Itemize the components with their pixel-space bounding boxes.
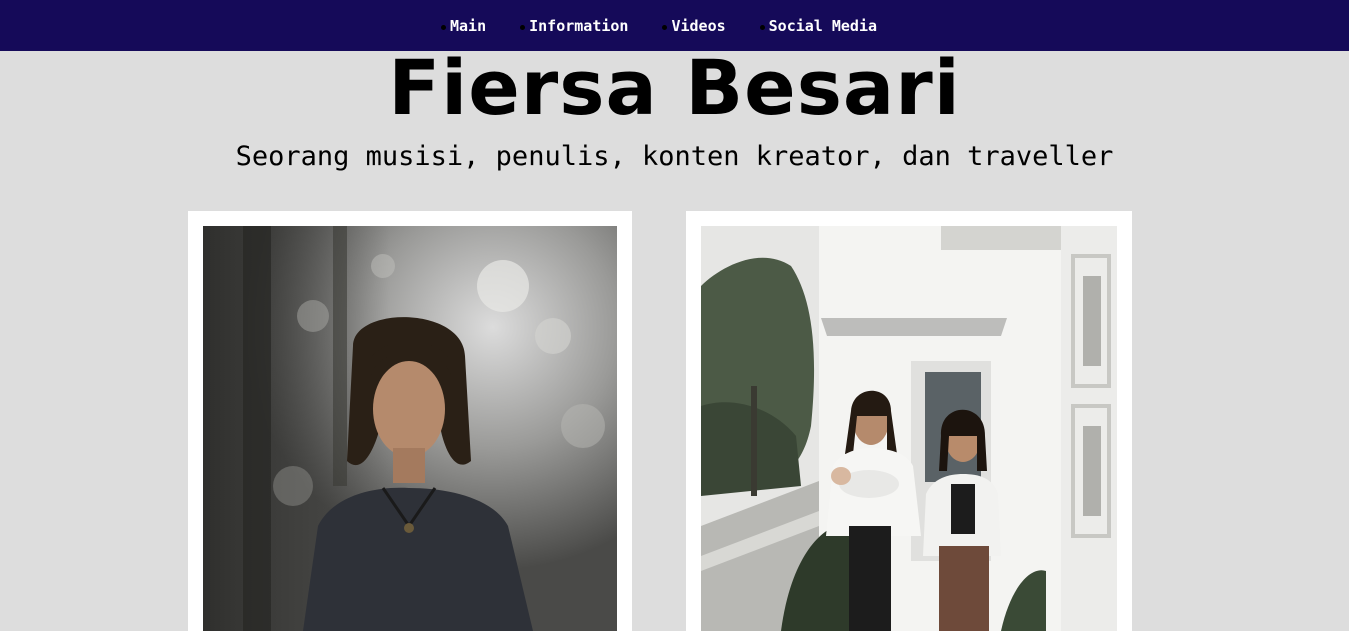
bullet-icon	[759, 24, 765, 30]
nav-item-label[interactable]: Videos	[671, 17, 725, 35]
portrait-photo	[203, 226, 617, 631]
nav-item-label[interactable]: Social Media	[769, 17, 877, 35]
family-photo-image	[701, 226, 1117, 631]
nav-item-information[interactable]: Information	[520, 17, 628, 35]
photo-card	[188, 211, 632, 631]
page-title: Fiersa Besari	[388, 43, 961, 132]
bullet-icon	[662, 24, 668, 30]
nav-item-label[interactable]: Main	[450, 17, 486, 35]
nav-item-main[interactable]: Main	[441, 17, 486, 35]
bullet-icon	[441, 24, 446, 30]
nav-item-social-media[interactable]: Social Media	[759, 17, 877, 35]
portrait-photo-image	[203, 226, 617, 631]
nav-item-videos[interactable]: Videos	[662, 17, 726, 35]
family-photo	[701, 226, 1117, 631]
page-subtitle: Seorang musisi, penulis, konten kreator,…	[235, 141, 1114, 172]
nav-menu: Main Information Videos Social Media	[441, 16, 877, 36]
nav-item-label[interactable]: Information	[529, 17, 628, 35]
bullet-icon	[520, 24, 526, 30]
photo-card	[686, 211, 1132, 631]
